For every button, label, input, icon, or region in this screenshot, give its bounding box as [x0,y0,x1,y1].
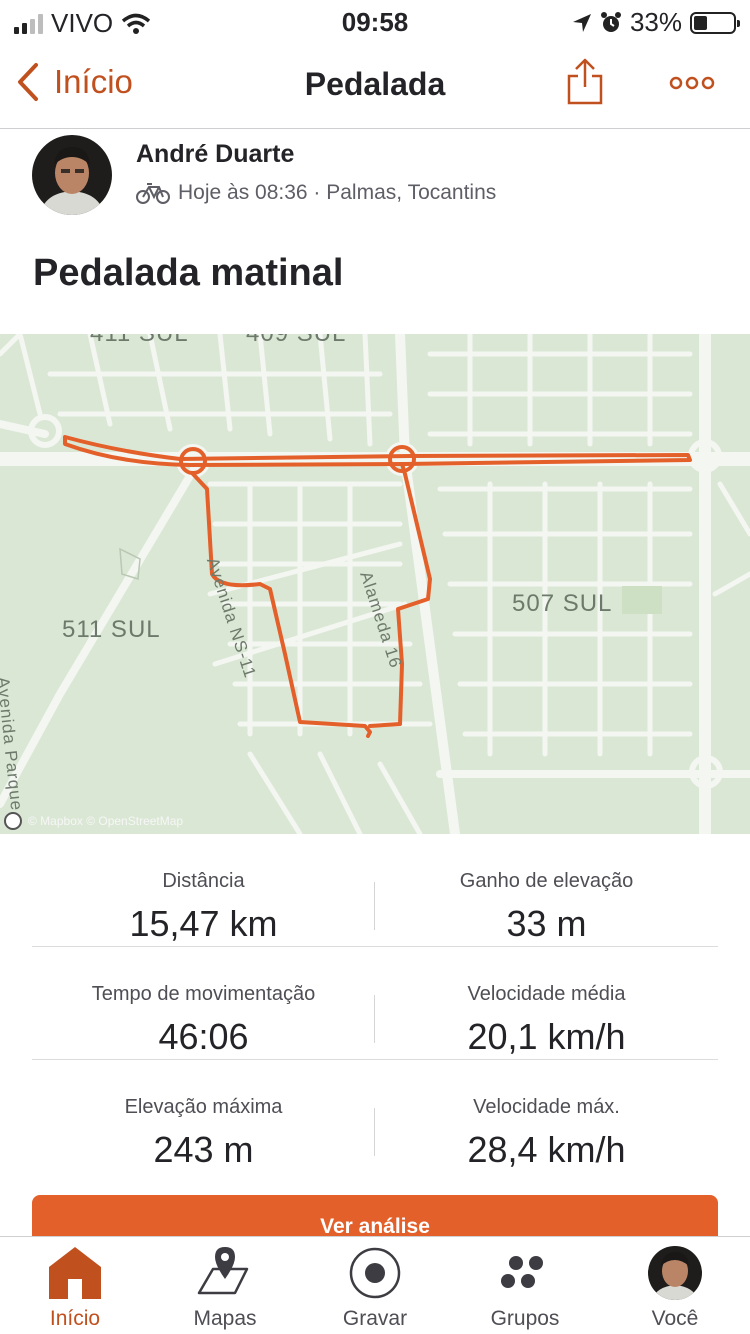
athlete-header: André Duarte Hoje às 08:36 · Palmas, Toc… [32,135,732,225]
activity-title: Pedalada matinal [33,252,344,294]
stat-value: 46:06 [158,1016,249,1057]
stat-value: 20,1 km/h [467,1016,626,1057]
stat-max-elevation: Elevação máxima 243 m [32,1060,375,1173]
profile-icon [648,1246,702,1300]
stat-elevation-gain: Ganho de elevação 33 m [375,834,718,947]
home-icon [49,1247,101,1299]
map-label-409-sul: 409 SUL [246,334,346,348]
battery-percent: 33% [629,7,682,37]
battery-level [694,15,707,30]
stats-row: Tempo de movimentação 46:06 Velocidade m… [32,947,718,1060]
bike-icon [136,183,170,204]
route-map[interactable]: 411 SUL 409 SUL 511 SUL 507 SUL Avenida … [0,334,750,834]
stat-value: 33 m [506,903,587,944]
stat-average-speed: Velocidade média 20,1 km/h [375,947,718,1060]
athlete-avatar[interactable] [32,135,112,215]
more-options-icon[interactable] [668,72,716,94]
status-bar: VIVO 09:58 33% [0,0,750,42]
groups-icon [501,1256,543,1288]
stat-label: Velocidade média [467,983,626,1005]
activity-meta-text: Hoje às 08:36 · Palmas, Tocantins [178,181,497,204]
location-arrow-icon [572,13,591,32]
page-title: Pedalada [304,66,446,102]
stat-label: Distância [162,870,245,892]
tab-grupos[interactable]: Grupos [450,1237,600,1334]
stat-label: Velocidade máx. [473,1096,620,1118]
tab-voce[interactable]: Você [600,1237,750,1334]
tab-bar: Início Mapas Gravar Grupos Você [0,1236,750,1334]
map-icon [197,1247,249,1295]
nav-bar: Início Pedalada [0,42,750,129]
tab-label: Gravar [342,1307,408,1330]
map-label-411-sul: 411 SUL [90,334,189,348]
stat-label: Tempo de movimentação [91,983,316,1005]
record-icon [349,1247,401,1299]
tab-inicio[interactable]: Início [0,1237,150,1334]
stat-value: 28,4 km/h [467,1129,626,1170]
tab-label: Você [651,1307,699,1330]
stat-distance: Distância 15,47 km [32,834,375,947]
battery-icon [690,11,740,34]
mapbox-logo-icon [4,812,22,830]
stats-row: Elevação máxima 243 m Velocidade máx. 28… [32,1060,718,1173]
tab-label: Início [49,1307,101,1330]
map-attribution-text: © Mapbox © OpenStreetMap [28,814,184,828]
share-icon[interactable] [565,57,605,107]
tab-label: Mapas [193,1307,257,1330]
stats-grid: Distância 15,47 km Ganho de elevação 33 … [32,834,718,1173]
avatar-photo [32,135,112,215]
stat-label: Ganho de elevação [459,870,634,892]
athlete-name[interactable]: André Duarte [136,140,294,169]
stat-moving-time: Tempo de movimentação 46:06 [32,947,375,1060]
stats-row: Distância 15,47 km Ganho de elevação 33 … [32,834,718,947]
stat-value: 15,47 km [129,903,278,944]
tab-mapas[interactable]: Mapas [150,1237,300,1334]
stat-max-speed: Velocidade máx. 28,4 km/h [375,1060,718,1173]
stat-label: Elevação máxima [124,1096,283,1118]
map-label-507-sul: 507 SUL [512,590,613,617]
status-right: 33% [572,7,740,38]
activity-meta: Hoje às 08:36 · Palmas, Tocantins [136,181,496,205]
stat-value: 243 m [153,1129,254,1170]
map-attribution[interactable]: © Mapbox © OpenStreetMap [4,812,183,830]
tab-label: Grupos [490,1307,560,1330]
map-label-511-sul: 511 SUL [62,616,161,643]
tab-gravar[interactable]: Gravar [300,1237,450,1334]
alarm-icon [600,11,621,32]
